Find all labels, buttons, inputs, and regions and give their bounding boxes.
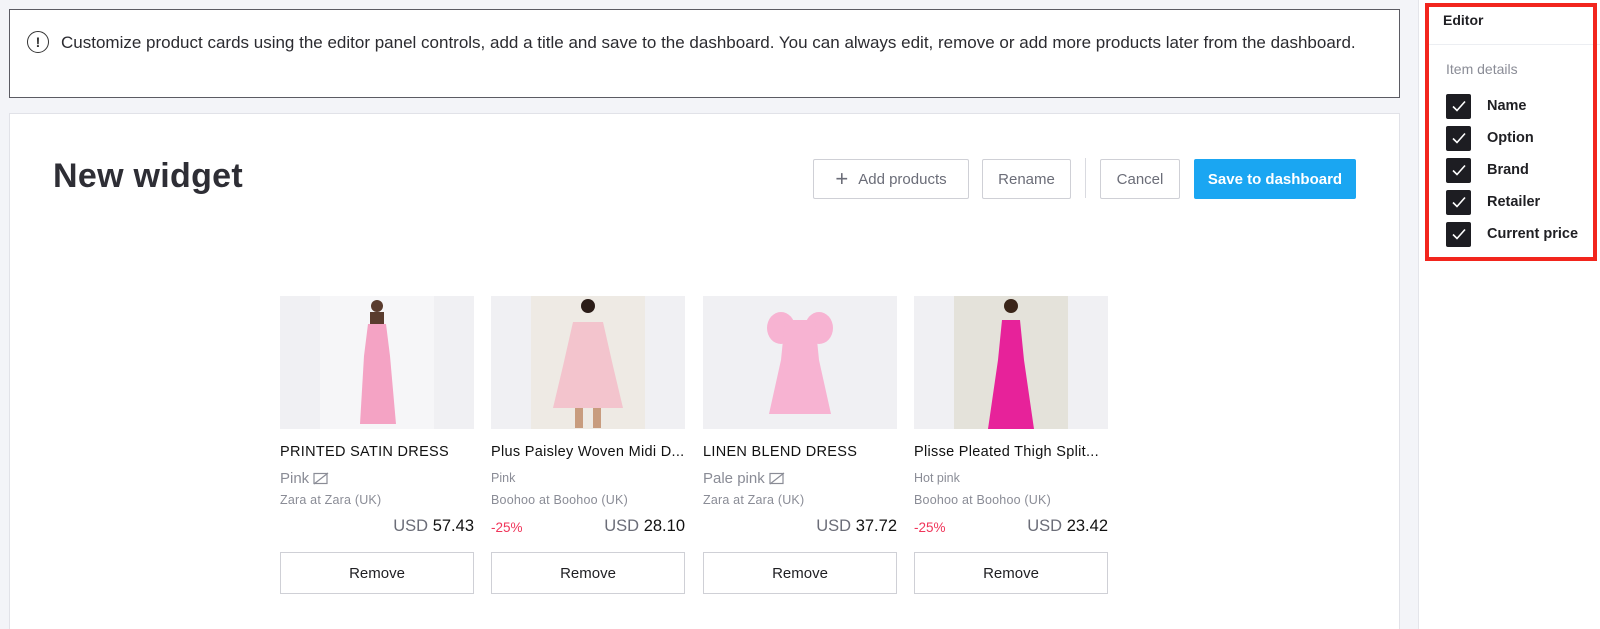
product-name: Plus Paisley Woven Midi D... <box>491 444 685 460</box>
price-value: 23.42 <box>1066 517 1108 535</box>
plus-icon: + <box>835 166 849 191</box>
price-row: USD 37.72 <box>703 517 897 539</box>
cancel-button[interactable]: Cancel <box>1100 159 1180 199</box>
product-option: Pale pink <box>703 469 897 487</box>
product-image <box>703 296 897 429</box>
remove-button[interactable]: Remove <box>703 552 897 594</box>
editor-option-label: Name <box>1487 98 1527 114</box>
dress-photo-icon <box>320 296 434 429</box>
hidden-image-icon <box>769 472 785 484</box>
remove-button[interactable]: Remove <box>914 552 1108 594</box>
product-option-label: Hot pink <box>914 471 960 485</box>
product-card: Plus Paisley Woven Midi D... Pink Boohoo… <box>491 296 685 594</box>
product-price: USD 37.72 <box>816 517 897 536</box>
product-retailer: Boohoo at Boohoo (UK) <box>914 493 1051 507</box>
price-row: -25% USD 28.10 <box>491 517 685 539</box>
price-currency: USD <box>604 517 640 535</box>
editor-divider <box>1429 44 1600 45</box>
checkbox-checked-icon[interactable] <box>1446 189 1471 215</box>
editor-option-label: Current price <box>1487 226 1579 242</box>
item-details-heading: Item details <box>1446 61 1518 77</box>
checkbox-checked-icon[interactable] <box>1446 221 1471 247</box>
editor-option-option[interactable]: Option <box>1446 125 1534 151</box>
checkbox-checked-icon[interactable] <box>1446 157 1471 183</box>
checkbox-checked-icon[interactable] <box>1446 93 1471 119</box>
price-currency: USD <box>1027 517 1063 535</box>
price-value: 28.10 <box>643 517 685 535</box>
hidden-image-icon <box>313 472 329 484</box>
product-image <box>491 296 685 429</box>
product-option-label: Pink <box>280 469 310 487</box>
editor-panel: Editor Item details Name Option Brand Re… <box>1418 0 1600 629</box>
editor-option-retailer[interactable]: Retailer <box>1446 189 1540 215</box>
product-image <box>914 296 1108 429</box>
price-currency: USD <box>393 517 429 535</box>
product-option-label: Pink <box>491 471 516 485</box>
dress-photo-icon <box>954 296 1068 429</box>
price-row: -25% USD 23.42 <box>914 517 1108 539</box>
price-value: 57.43 <box>432 517 474 535</box>
product-price: USD 57.43 <box>393 517 474 536</box>
product-name: Plisse Pleated Thigh Split... <box>914 444 1099 460</box>
price-currency: USD <box>816 517 852 535</box>
price-row: USD 57.43 <box>280 517 474 539</box>
discount-badge: -25% <box>914 520 946 535</box>
remove-button[interactable]: Remove <box>491 552 685 594</box>
product-option: Pink <box>491 469 685 487</box>
page-title: New widget <box>53 157 244 195</box>
editor-option-label: Brand <box>1487 162 1529 178</box>
dress-photo-icon <box>531 296 645 429</box>
editor-title: Editor <box>1443 12 1484 28</box>
save-to-dashboard-button[interactable]: Save to dashboard <box>1194 159 1356 199</box>
add-products-label: Add products <box>858 170 947 188</box>
rename-button[interactable]: Rename <box>982 159 1071 199</box>
banner-message: Customize product cards using the editor… <box>61 33 1356 52</box>
discount-badge: -25% <box>491 520 523 535</box>
editor-option-label: Retailer <box>1487 194 1541 210</box>
add-products-button[interactable]: + Add products <box>813 159 969 199</box>
product-option-label: Pale pink <box>703 469 765 487</box>
product-retailer: Boohoo at Boohoo (UK) <box>491 493 628 507</box>
editor-option-brand[interactable]: Brand <box>1446 157 1529 183</box>
product-card: LINEN BLEND DRESS Pale pink Zara at Zara… <box>703 296 897 594</box>
info-banner: ! Customize product cards using the edit… <box>9 9 1400 98</box>
editor-option-name[interactable]: Name <box>1446 93 1527 119</box>
product-price: USD 28.10 <box>604 517 685 536</box>
product-image <box>280 296 474 429</box>
product-name: LINEN BLEND DRESS <box>703 444 858 460</box>
dress-photo-icon <box>743 296 857 429</box>
editor-option-label: Option <box>1487 130 1534 146</box>
product-retailer: Zara at Zara (UK) <box>703 493 805 507</box>
product-option: Hot pink <box>914 469 1108 487</box>
widget-canvas: New widget + Add products Rename Cancel … <box>9 113 1400 629</box>
product-card: Plisse Pleated Thigh Split... Hot pink B… <box>914 296 1108 594</box>
checkbox-checked-icon[interactable] <box>1446 125 1471 151</box>
product-option: Pink <box>280 469 474 487</box>
remove-button[interactable]: Remove <box>280 552 474 594</box>
info-icon: ! <box>27 31 49 53</box>
toolbar-divider <box>1085 158 1086 198</box>
price-value: 37.72 <box>855 517 897 535</box>
product-price: USD 23.42 <box>1027 517 1108 536</box>
editor-option-current-price[interactable]: Current price <box>1446 221 1578 247</box>
product-retailer: Zara at Zara (UK) <box>280 493 382 507</box>
product-card: PRINTED SATIN DRESS Pink Zara at Zara (U… <box>280 296 474 594</box>
product-name: PRINTED SATIN DRESS <box>280 444 449 460</box>
